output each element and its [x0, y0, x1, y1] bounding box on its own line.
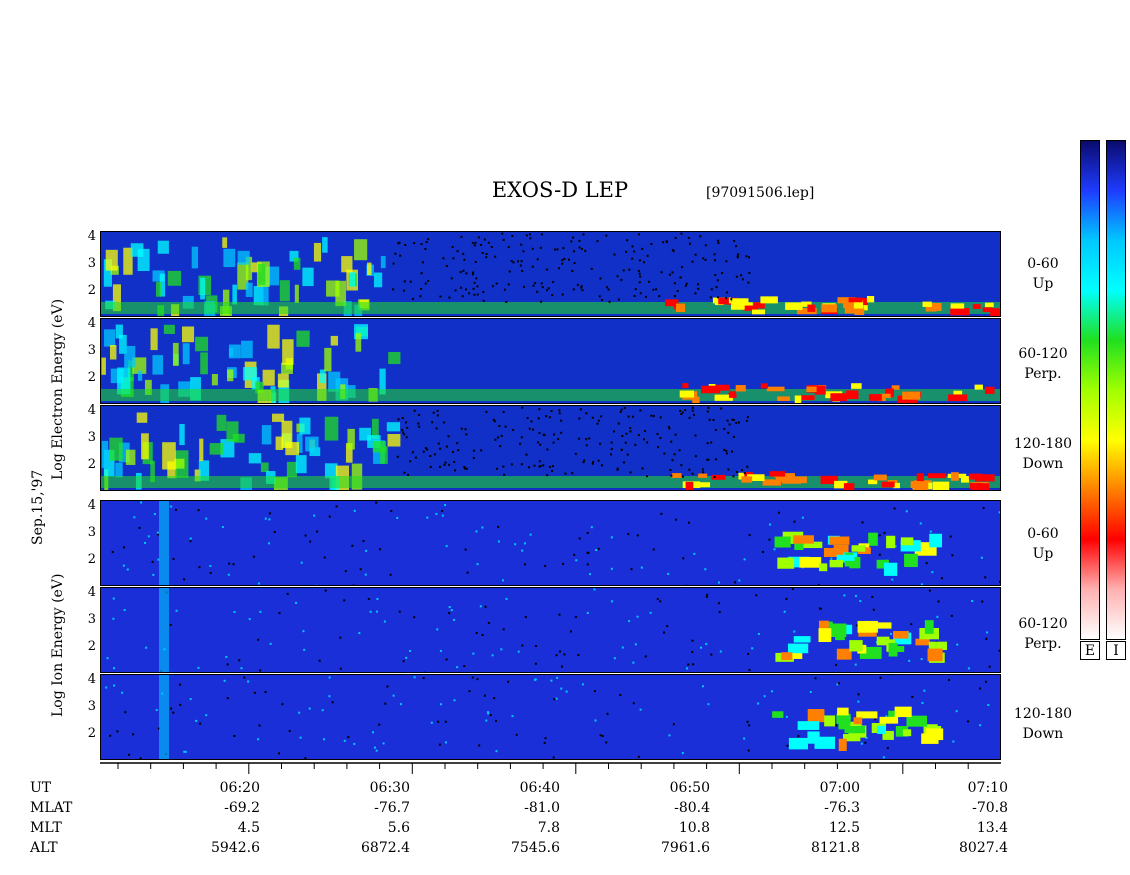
y-tick-label: 2	[87, 283, 96, 298]
footer-mlt-value: 12.5	[828, 820, 860, 836]
footer-ut-value: 06:50	[669, 780, 710, 796]
y-tick-label: 2	[87, 457, 96, 472]
footer-alt-value: 8121.8	[811, 840, 860, 856]
colorbar-label-i: I	[1106, 641, 1126, 660]
pitch-direction: Down	[1022, 726, 1064, 742]
y-tick-label: 4	[87, 672, 96, 687]
footer-mlt-value: 7.8	[537, 820, 560, 836]
date-label: Sep.15,'97	[30, 469, 46, 545]
footer-mlat-value: -81.0	[524, 800, 560, 816]
y-tick-label: 2	[87, 370, 96, 385]
footer-ut-value: 06:30	[369, 780, 410, 796]
colorbar-label-e: E	[1080, 641, 1100, 660]
pitch-direction: Perp.	[1024, 366, 1062, 382]
pitch-direction: Perp.	[1024, 636, 1062, 652]
footer-alt-value: 7961.6	[661, 840, 710, 856]
row-label-mlat: MLAT	[30, 800, 73, 816]
y-tick-label: 4	[87, 316, 96, 331]
footer-mlat-value: -80.4	[674, 800, 710, 816]
footer-ut-value: 06:20	[219, 780, 260, 796]
footer-mlt-value: 13.4	[976, 820, 1008, 836]
pitch-range: 0-60	[1027, 526, 1059, 542]
time-axis	[100, 762, 1001, 774]
pitch-angle-label: 0-60 Up	[1003, 254, 1083, 294]
spectrogram-panel-6	[100, 674, 1001, 760]
y-tick-label: 4	[87, 403, 96, 418]
spectrogram-panel-5	[100, 587, 1001, 673]
y-tick-label: 3	[87, 256, 96, 271]
pitch-angle-label: 120-180 Down	[1003, 434, 1083, 474]
pitch-range: 60-120	[1018, 346, 1068, 362]
pitch-angle-label: 0-60 Up	[1003, 524, 1083, 564]
y-tick-label: 4	[87, 498, 96, 513]
pitch-direction: Up	[1032, 276, 1054, 292]
ion-axis-label: Log Ion Energy (eV)	[50, 573, 66, 717]
pitch-range: 60-120	[1018, 616, 1068, 632]
y-tick-label: 3	[87, 612, 96, 627]
footer-mlt-value: 5.6	[387, 820, 410, 836]
spectrogram-panel-4	[100, 500, 1001, 586]
pitch-direction: Up	[1032, 546, 1054, 562]
footer-mlat-value: -76.7	[374, 800, 410, 816]
footer-ut-value: 06:40	[519, 780, 560, 796]
footer-ut-value: 07:00	[819, 780, 860, 796]
pitch-angle-label: 60-120 Perp.	[1003, 344, 1083, 384]
spectrogram-panel-2	[100, 318, 1001, 404]
spectrogram-panel-3	[100, 405, 1001, 491]
pitch-angle-label: 60-120 Perp.	[1003, 614, 1083, 654]
y-tick-label: 3	[87, 430, 96, 445]
pitch-direction: Down	[1022, 456, 1064, 472]
footer-mlat-value: -70.8	[972, 800, 1008, 816]
footer-mlat-value: -76.3	[824, 800, 860, 816]
y-tick-label: 3	[87, 699, 96, 714]
footer-alt-value: 8027.4	[959, 840, 1008, 856]
footer-alt-value: 5942.6	[211, 840, 260, 856]
y-tick-label: 4	[87, 229, 96, 244]
file-name: [97091506.lep]	[706, 185, 815, 201]
ion-colorbar	[1106, 140, 1126, 640]
y-tick-label: 3	[87, 343, 96, 358]
pitch-range: 120-180	[1013, 706, 1073, 722]
y-tick-label: 2	[87, 726, 96, 741]
y-tick-label: 2	[87, 552, 96, 567]
electron-axis-label: Log Electron Energy (eV)	[50, 298, 66, 480]
footer-mlt-value: 10.8	[678, 820, 710, 836]
footer-mlt-value: 4.5	[237, 820, 260, 836]
row-label-ut: UT	[30, 780, 52, 796]
y-tick-label: 3	[87, 525, 96, 540]
pitch-angle-label: 120-180 Down	[1003, 704, 1083, 744]
spectrogram-panel-1	[100, 231, 1001, 317]
y-tick-label: 2	[87, 639, 96, 654]
electron-colorbar	[1080, 140, 1100, 640]
y-tick-label: 4	[87, 585, 96, 600]
row-label-mlt: MLT	[30, 820, 62, 836]
footer-alt-value: 6872.4	[361, 840, 410, 856]
chart-title: EXOS-D LEP	[491, 178, 629, 202]
footer-alt-value: 7545.6	[511, 840, 560, 856]
footer-ut-value: 07:10	[967, 780, 1008, 796]
pitch-range: 120-180	[1013, 436, 1073, 452]
row-label-alt: ALT	[30, 840, 58, 856]
pitch-range: 0-60	[1027, 256, 1059, 272]
footer-mlat-value: -69.2	[224, 800, 260, 816]
